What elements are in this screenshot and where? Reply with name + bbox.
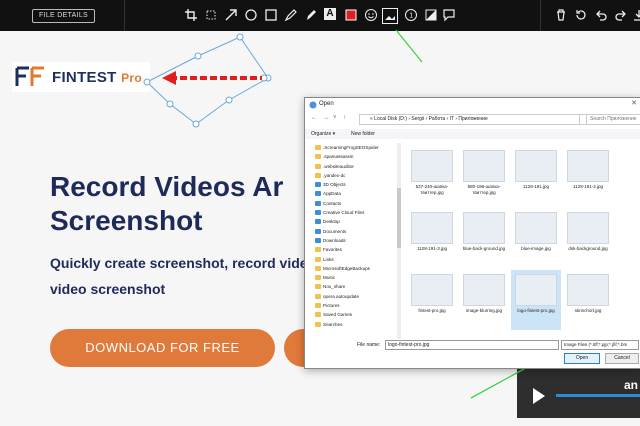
tree-item[interactable]: opera autoupdate: [315, 292, 397, 301]
file-item[interactable]: 1128-191-3.jpg: [407, 208, 457, 268]
file-name: fintest-pro.jpg: [418, 308, 446, 313]
file-name: 1128-191-2.jpg: [573, 184, 603, 189]
resize-handle[interactable]: [236, 33, 244, 41]
file-thumbnail: [411, 150, 453, 182]
file-item[interactable]: skrinchort.jpg: [563, 270, 613, 330]
search-input[interactable]: Search Приложение: [579, 114, 640, 125]
chrome-icon: [309, 101, 317, 109]
file-item[interactable]: logo-fintest-pro.jpg: [511, 270, 561, 330]
file-grid: 537-240-шапка-твиттер.jpg 580-196-шапка-т…: [407, 146, 637, 341]
file-thumbnail: [411, 274, 453, 306]
tree-item[interactable]: .yandex-dc: [315, 171, 397, 180]
tree-item[interactable]: 3D Objects: [315, 180, 397, 189]
file-name-label: File name:: [357, 342, 381, 348]
resize-handle[interactable]: [143, 78, 151, 86]
file-name: 1128-191.jpg: [523, 184, 549, 189]
resize-handle[interactable]: [192, 120, 200, 128]
file-item[interactable]: 1128-191-2.jpg: [563, 146, 613, 206]
new-folder-button[interactable]: New folder: [351, 131, 375, 137]
file-item[interactable]: 580-196-шапка-твиттер.jpg: [459, 146, 509, 206]
tree-item[interactable]: Favorites: [315, 245, 397, 254]
file-name: skrinchort.jpg: [574, 308, 602, 313]
file-thumbnail: [515, 150, 557, 182]
file-thumbnail: [515, 274, 557, 306]
tree-item[interactable]: MicrosoftEdgeBackups: [315, 264, 397, 273]
chevron-down-icon[interactable]: ˅: [333, 115, 337, 121]
organize-button[interactable]: Organize ▾: [311, 131, 335, 137]
dialog-title: Open: [319, 101, 334, 107]
file-type-select[interactable]: Image Files (*.tiff;*.pjp;*.jfif;*.bm: [561, 340, 639, 350]
file-thumbnail: [515, 212, 557, 244]
tree-item[interactable]: Creative Cloud Files: [315, 208, 397, 217]
file-thumbnail: [463, 212, 505, 244]
file-item[interactable]: fintest-pro.jpg: [407, 270, 457, 330]
cancel-button[interactable]: Cancel: [605, 353, 639, 364]
tree-item[interactable]: Nox_share: [315, 282, 397, 291]
tree-item[interactable]: Downloads: [315, 236, 397, 245]
file-thumbnail: [463, 150, 505, 182]
folder-tree: .ScreamingFrogSEOSpider .spamassassin .web…: [315, 143, 397, 339]
tree-scroll-thumb[interactable]: [397, 188, 401, 248]
file-name: image-blurring.jpg: [465, 308, 503, 313]
file-thumbnail: [567, 150, 609, 182]
tree-item[interactable]: .websiteauditor: [315, 162, 397, 171]
tree-item[interactable]: Desktop: [315, 217, 397, 226]
file-name: 537-240-шапка-твиттер.jpg: [415, 184, 449, 195]
selection-outline: [146, 36, 269, 125]
tree-item[interactable]: AppData: [315, 189, 397, 198]
file-item[interactable]: 1128-191.jpg: [511, 146, 561, 206]
file-thumbnail: [567, 212, 609, 244]
file-name: logo-fintest-pro.jpg: [517, 308, 555, 313]
address-bar[interactable]: « Local Disk (D:) › Sergii › Работа › IT…: [359, 114, 587, 125]
resize-handle[interactable]: [194, 52, 202, 60]
tree-item[interactable]: Documents: [315, 227, 397, 236]
file-name: blue-back-ground.jpg: [462, 246, 506, 251]
open-button[interactable]: Open: [564, 353, 600, 364]
back-icon[interactable]: ←: [311, 115, 317, 121]
tree-item[interactable]: Saved Games: [315, 310, 397, 319]
resize-handle[interactable]: [166, 100, 174, 108]
resize-handle[interactable]: [225, 96, 233, 104]
file-item[interactable]: blue-image.jpg: [511, 208, 561, 268]
open-file-dialog: Open ✕ ← → ˅ ↑ « Local Disk (D:) › Sergi…: [304, 97, 640, 369]
forward-icon[interactable]: →: [323, 115, 329, 121]
up-icon[interactable]: ↑: [343, 115, 346, 121]
file-name: 1128-191-3.jpg: [417, 246, 447, 251]
tree-item[interactable]: Pictures: [315, 301, 397, 310]
file-item[interactable]: 537-240-шапка-твиттер.jpg: [407, 146, 457, 206]
tree-item[interactable]: Music: [315, 273, 397, 282]
file-thumbnail: [411, 212, 453, 244]
file-item[interactable]: blue-back-ground.jpg: [459, 208, 509, 268]
file-name-input[interactable]: logo-fintest-pro.jpg: [385, 340, 559, 350]
tree-item[interactable]: .spamassassin: [315, 152, 397, 161]
file-name: blue-image.jpg: [521, 246, 551, 251]
file-item[interactable]: dsk-background.jpg: [563, 208, 613, 268]
file-thumbnail: [567, 274, 609, 306]
green-arrow-line: [395, 29, 423, 63]
file-name: 580-196-шапка-твиттер.jpg: [467, 184, 501, 195]
file-item[interactable]: image-blurring.jpg: [459, 270, 509, 330]
tree-item[interactable]: Contacts: [315, 199, 397, 208]
file-thumbnail: [463, 274, 505, 306]
tree-item[interactable]: Searches: [315, 320, 397, 329]
close-icon[interactable]: ✕: [631, 99, 637, 107]
file-name: dsk-background.jpg: [568, 246, 608, 251]
tree-item[interactable]: Links: [315, 255, 397, 264]
tree-item[interactable]: .ScreamingFrogSEOSpider: [315, 143, 397, 152]
